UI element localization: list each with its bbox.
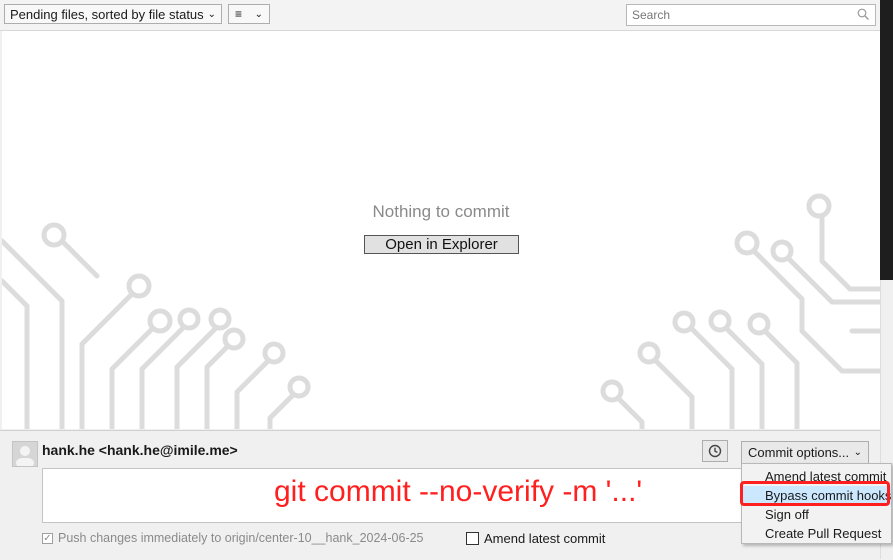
commit-author: hank.he <hank.he@imile.me>: [42, 442, 238, 458]
view-mode-dropdown[interactable]: ≡ ⌄: [228, 4, 270, 24]
commit-options-button[interactable]: Commit options... ⌄: [741, 441, 869, 464]
commit-history-button[interactable]: [702, 440, 728, 462]
chevron-down-icon: ⌄: [853, 447, 862, 458]
window-edge: [880, 0, 893, 280]
circuit-background-pattern: [2, 193, 880, 429]
menu-item-sign-off[interactable]: Sign off: [742, 505, 891, 524]
search-box[interactable]: [626, 4, 876, 26]
file-filter-label: Pending files, sorted by file status: [10, 6, 204, 22]
menu-item-create-pull-request[interactable]: Create Pull Request: [742, 524, 891, 543]
clock-icon: [708, 444, 722, 458]
annotation-highlight-box: [740, 481, 890, 506]
file-list-panel: Nothing to commit Open in Explorer: [2, 31, 880, 429]
push-label: Push changes immediately to origin/cente…: [58, 531, 424, 545]
search-input[interactable]: [627, 7, 854, 23]
open-in-explorer-button[interactable]: Open in Explorer: [364, 235, 519, 254]
file-filter-dropdown[interactable]: Pending files, sorted by file status ⌄: [4, 4, 222, 24]
amend-label: Amend latest commit: [484, 531, 606, 546]
amend-option[interactable]: Amend latest commit: [466, 531, 605, 546]
empty-state-message: Nothing to commit: [372, 202, 510, 221]
toolbar: Pending files, sorted by file status ⌄ ≡…: [0, 0, 880, 31]
annotation-text: git commit --no-verify -m '...': [274, 475, 643, 508]
search-icon: [857, 8, 869, 20]
amend-checkbox[interactable]: [466, 532, 479, 545]
commit-options-label: Commit options...: [748, 445, 850, 460]
chevron-down-icon: ⌄: [207, 8, 216, 20]
chevron-down-icon: ⌄: [254, 8, 263, 20]
push-immediately-option[interactable]: ✓ Push changes immediately to origin/cen…: [42, 531, 424, 545]
push-checkbox[interactable]: ✓: [42, 532, 53, 544]
user-icon: [16, 446, 34, 466]
list-icon: ≡: [235, 7, 243, 21]
avatar: [12, 441, 38, 467]
